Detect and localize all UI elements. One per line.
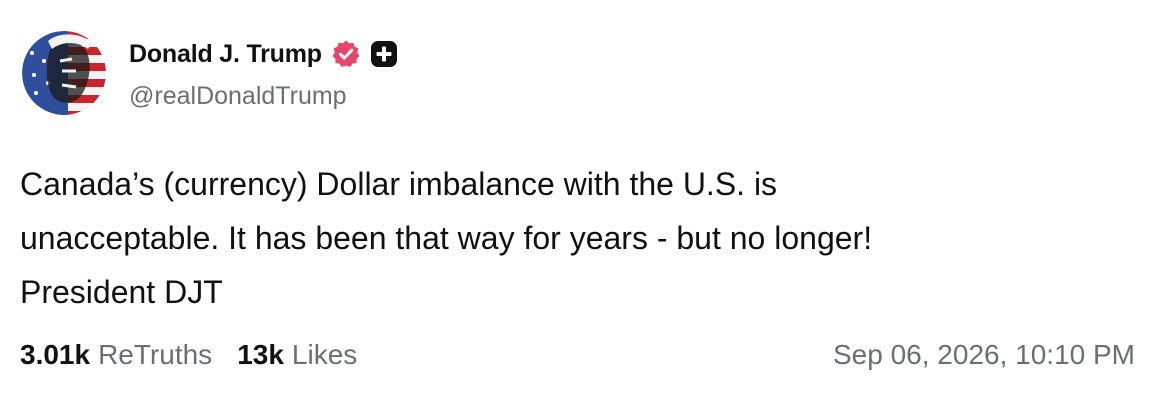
post-timestamp[interactable]: Sep 06, 2026, 10:10 PM: [833, 339, 1135, 371]
plus-badge-icon: [370, 41, 397, 67]
likes-label: Likes: [291, 339, 358, 370]
post-body-line: Canada’s (currency) Dollar imbalance wit…: [20, 166, 778, 202]
retruths-label: ReTruths: [98, 339, 213, 370]
post-body: Canada’s (currency) Dollar imbalance wit…: [20, 157, 1130, 319]
author-row: Donald J. Trump: [129, 36, 397, 72]
author-name[interactable]: Donald J. Trump: [129, 40, 322, 69]
post-stats: 3.01k ReTruths 13k Likes: [20, 339, 357, 371]
avatar[interactable]: [22, 31, 106, 115]
post-card: Donald J. Trump @realDonaldTrump Canada’…: [0, 0, 1155, 403]
author-handle[interactable]: @realDonaldTrump: [129, 82, 347, 111]
retruths-stat[interactable]: 3.01k ReTruths: [20, 339, 212, 371]
verified-badge-icon: [331, 39, 361, 69]
likes-count: 13k: [237, 339, 284, 370]
post-body-line: President DJT: [20, 274, 223, 310]
retruths-count: 3.01k: [20, 339, 91, 370]
likes-stat[interactable]: 13k Likes: [237, 339, 357, 371]
avatar-image: [22, 31, 106, 115]
post-body-line: unacceptable. It has been that way for y…: [20, 220, 873, 256]
